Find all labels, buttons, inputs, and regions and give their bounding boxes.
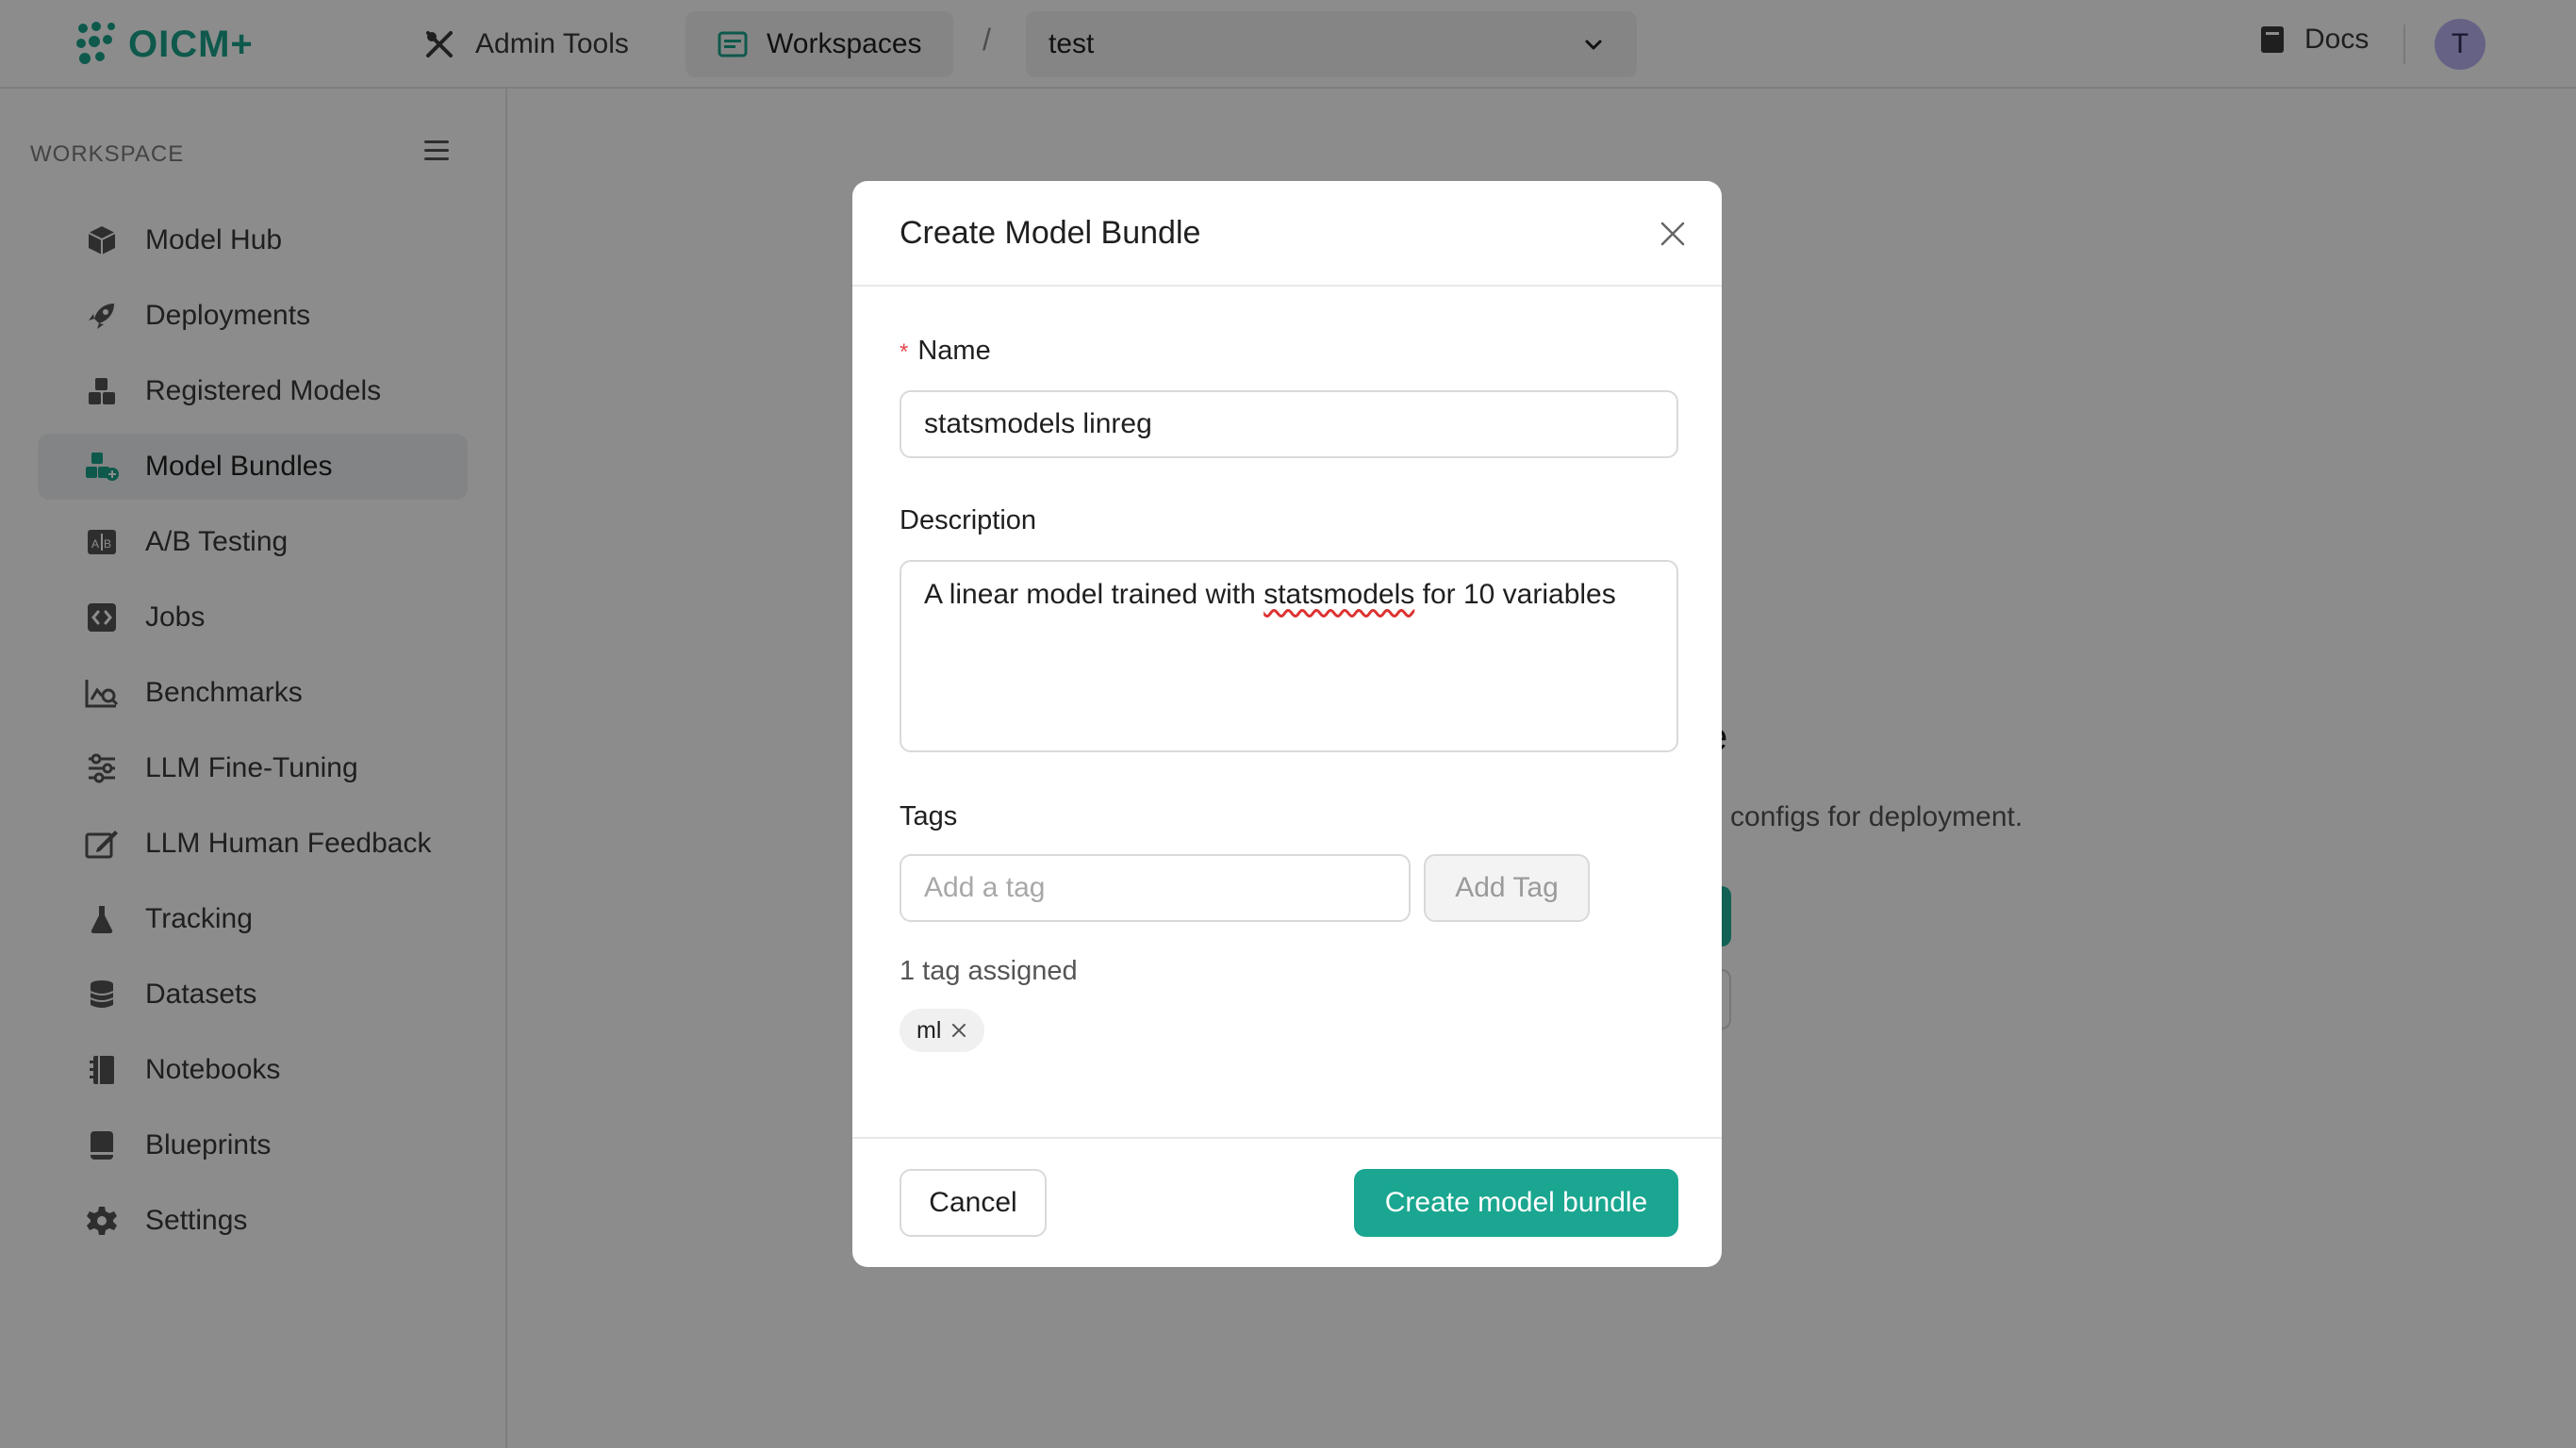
tag-input[interactable]: Add a tag [900,854,1411,922]
create-model-bundle-button[interactable]: Create model bundle [1354,1169,1678,1237]
name-field-value: statsmodels linreg [924,408,1152,439]
tag-chip-label: ml [916,1016,942,1044]
description-label: Description [900,505,1037,535]
name-label: * Name [900,336,991,367]
dialog-header: Create Model Bundle [852,181,1722,287]
name-label-text: Name [917,336,991,366]
tag-chip: ml [900,1009,985,1052]
remove-tag-icon[interactable] [950,1022,967,1039]
tags-label: Tags [900,801,958,831]
required-mark: * [900,339,909,365]
name-field[interactable]: statsmodels linreg [900,390,1678,458]
description-field[interactable]: A linear model trained with statsmodels … [900,560,1678,752]
tag-count: 1 tag assigned [900,956,1078,986]
dialog-footer: Cancel Create model bundle [852,1137,1722,1267]
dialog-title: Create Model Bundle [900,215,1201,251]
close-icon[interactable] [1656,217,1690,251]
description-text: A linear model trained with statsmodels … [924,579,1616,610]
cancel-button[interactable]: Cancel [900,1169,1047,1237]
add-tag-button[interactable]: Add Tag [1424,854,1590,922]
spellcheck-word: statsmodels [1263,579,1415,610]
tag-input-placeholder: Add a tag [924,872,1046,903]
create-model-bundle-dialog: Create Model Bundle * Name statsmodels li… [852,181,1722,1267]
